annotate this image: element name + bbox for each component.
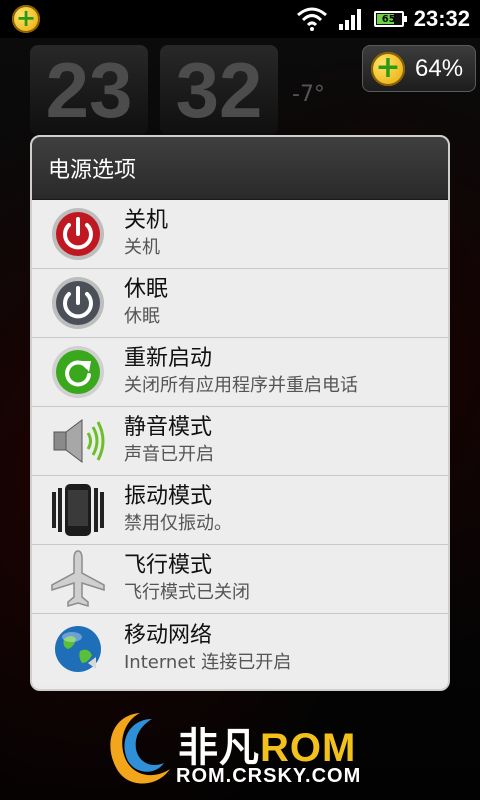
- power-icon: [32, 200, 124, 269]
- status-time: 23:32: [413, 6, 470, 31]
- watermark-logo: 非凡ROM ROM.CRSKY.COM: [100, 705, 420, 795]
- battery-icon: 65: [373, 11, 407, 27]
- signal-strength-icon: [338, 9, 361, 30]
- menu-item-sleep[interactable]: 休眠 休眠: [32, 269, 448, 338]
- security-app-icon: +: [371, 51, 405, 86]
- security-app-notification-icon[interactable]: +: [12, 5, 40, 33]
- item-subtitle: 休眠: [124, 306, 160, 327]
- sleep-icon: [32, 269, 124, 338]
- airplane-icon: [32, 545, 124, 614]
- watermark-brand-rom: ROM: [260, 726, 357, 770]
- speaker-icon: [32, 407, 124, 476]
- item-title: 静音模式: [124, 415, 213, 440]
- item-title: 移动网络: [124, 622, 213, 648]
- item-subtitle: 关机: [124, 237, 160, 258]
- menu-item-mobile-network[interactable]: 移动网络 Internet 连接已开启: [32, 614, 448, 683]
- battery-level: 65: [381, 13, 396, 25]
- item-title: 重新启动: [124, 346, 213, 371]
- item-title: 飞行模式: [124, 553, 213, 578]
- wifi-icon: [296, 7, 327, 31]
- watermark-brand-cn: 非凡: [178, 726, 260, 770]
- item-subtitle: 声音已开启: [124, 444, 214, 465]
- status-bar: + 65 23:32: [0, 0, 480, 38]
- menu-item-silent-mode[interactable]: 静音模式 声音已开启: [32, 407, 448, 476]
- memory-percent: 64%: [415, 54, 464, 82]
- power-options-dialog: 电源选项 关机 关机 休眠 休眠 重新启动 关闭所有应用程序并重启电话 静音模式…: [30, 135, 450, 691]
- restart-icon: [32, 338, 124, 407]
- memory-cleaner-widget[interactable]: + 64%: [362, 45, 476, 92]
- globe-icon: [32, 614, 124, 683]
- menu-item-vibrate-mode[interactable]: 振动模式 禁用仅振动。: [32, 476, 448, 545]
- item-subtitle: 禁用仅振动。: [124, 513, 232, 534]
- menu-item-restart[interactable]: 重新启动 关闭所有应用程序并重启电话: [32, 338, 448, 407]
- watermark-url: ROM.CRSKY.COM: [176, 765, 362, 787]
- menu-item-power-off[interactable]: 关机 关机: [32, 200, 448, 269]
- item-title: 休眠: [124, 277, 169, 302]
- menu-item-airplane-mode[interactable]: 飞行模式 飞行模式已关闭: [32, 545, 448, 614]
- item-title: 振动模式: [124, 484, 213, 509]
- item-subtitle: Internet 连接已开启: [124, 651, 292, 673]
- dialog-title: 电源选项: [32, 137, 448, 200]
- item-subtitle: 飞行模式已关闭: [124, 582, 250, 603]
- item-subtitle: 关闭所有应用程序并重启电话: [124, 375, 358, 396]
- watermark-swirl-icon: [110, 713, 170, 784]
- item-title: 关机: [124, 208, 169, 233]
- vibrate-icon: [32, 476, 124, 545]
